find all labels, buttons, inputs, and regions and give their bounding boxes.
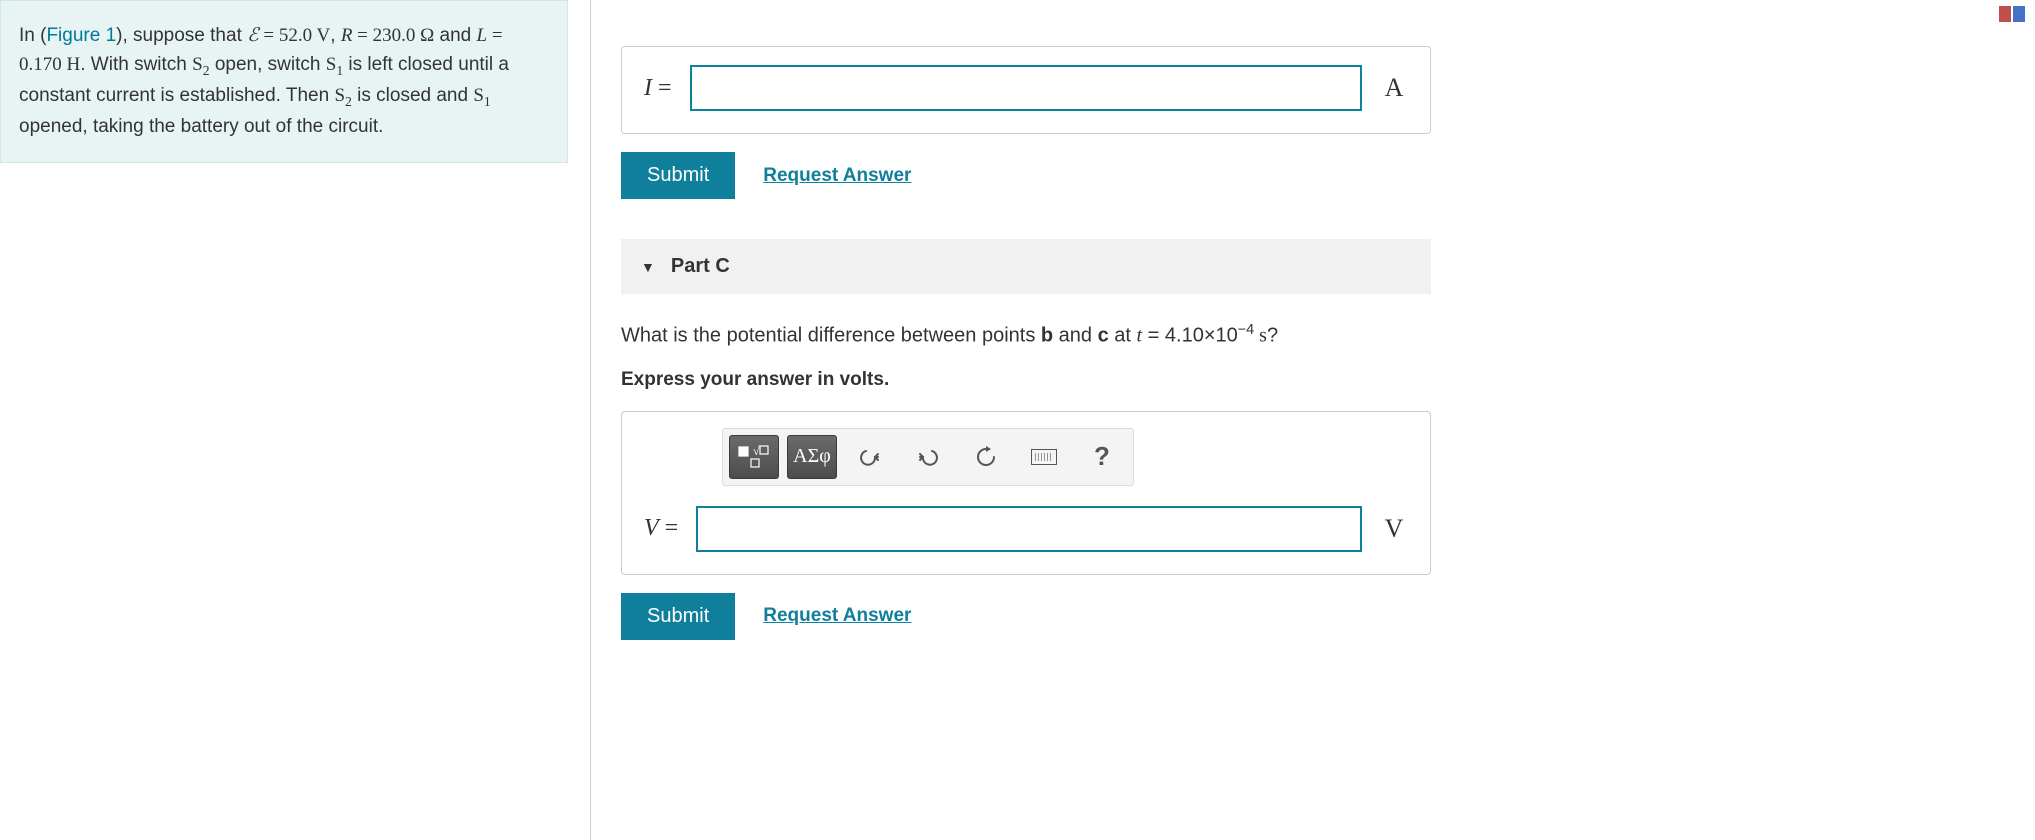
reset-button[interactable] bbox=[961, 435, 1011, 479]
unit-volt: V bbox=[312, 25, 330, 46]
sub-2b: 2 bbox=[345, 94, 352, 109]
text: = bbox=[352, 25, 372, 46]
text: , bbox=[330, 25, 341, 46]
part-c-question: What is the potential difference between… bbox=[621, 320, 1431, 351]
figure-link[interactable]: Figure 1 bbox=[46, 25, 116, 46]
part-b-answer-box: I = A bbox=[621, 46, 1431, 134]
text: = bbox=[259, 25, 279, 46]
eq-sign: = bbox=[1142, 325, 1165, 347]
part-c-unit: V bbox=[1380, 514, 1408, 544]
part-b-unit: A bbox=[1380, 73, 1408, 103]
help-button[interactable]: ? bbox=[1077, 435, 1127, 479]
value-L: 0.170 bbox=[19, 54, 62, 75]
keyboard-button[interactable] bbox=[1019, 435, 1069, 479]
part-c-submit-button[interactable]: Submit bbox=[621, 593, 735, 640]
point-b: b bbox=[1041, 325, 1053, 347]
unit-ohm: Ω bbox=[415, 25, 434, 46]
eq-sign: = bbox=[659, 515, 679, 541]
exp-t: −4 bbox=[1238, 322, 1254, 338]
text: and bbox=[434, 25, 476, 46]
text: . With switch bbox=[80, 54, 192, 75]
part-c-request-answer-link[interactable]: Request Answer bbox=[763, 605, 911, 627]
unit-henry: H bbox=[62, 54, 80, 75]
var-V: V bbox=[644, 515, 659, 541]
symbol-L: L bbox=[477, 25, 488, 46]
text: ), suppose that bbox=[116, 25, 247, 46]
bookmark-icons bbox=[1999, 6, 2025, 22]
text: = bbox=[487, 25, 502, 46]
sub-2: 2 bbox=[203, 63, 210, 78]
greek-label: ΑΣφ bbox=[793, 445, 831, 468]
question-mark-icon: ? bbox=[1094, 441, 1110, 472]
part-c-input[interactable] bbox=[696, 506, 1362, 552]
part-b-var-label: I = bbox=[644, 75, 672, 102]
redo-button[interactable] bbox=[903, 435, 953, 479]
equation-toolbar: √ ΑΣφ bbox=[722, 428, 1134, 486]
chevron-down-icon: ▼ bbox=[641, 259, 655, 275]
text: open, switch bbox=[210, 54, 326, 75]
text: opened, taking the battery out of the ci… bbox=[19, 116, 383, 137]
value-R: 230.0 bbox=[373, 25, 416, 46]
var-I: I bbox=[644, 75, 652, 101]
text: ? bbox=[1267, 325, 1278, 347]
part-b-request-answer-link[interactable]: Request Answer bbox=[763, 165, 911, 187]
part-b-submit-button[interactable]: Submit bbox=[621, 152, 735, 199]
text: What is the potential difference between… bbox=[621, 325, 1041, 347]
part-c-var-label: V = bbox=[644, 515, 678, 542]
symbol-S1b: S bbox=[473, 85, 484, 106]
part-c-instruction: Express your answer in volts. bbox=[621, 369, 1431, 391]
point-c: c bbox=[1098, 325, 1109, 347]
part-b-input[interactable] bbox=[690, 65, 1362, 111]
value-t: 4.10×10 bbox=[1165, 325, 1238, 347]
undo-button[interactable] bbox=[845, 435, 895, 479]
template-tool-button[interactable]: √ bbox=[729, 435, 779, 479]
symbol-S1: S bbox=[326, 54, 337, 75]
greek-tool-button[interactable]: ΑΣφ bbox=[787, 435, 837, 479]
column-divider bbox=[590, 0, 591, 840]
part-c-answer-box: √ ΑΣφ bbox=[621, 411, 1431, 575]
text: and bbox=[1053, 325, 1097, 347]
svg-text:√: √ bbox=[753, 444, 760, 458]
symbol-S2: S bbox=[192, 54, 203, 75]
text: at bbox=[1109, 325, 1137, 347]
problem-statement: In (Figure 1), suppose that ℰ = 52.0 V, … bbox=[0, 0, 568, 163]
text: is closed and bbox=[352, 85, 473, 106]
symbol-emf: ℰ bbox=[247, 25, 259, 46]
unit-s: s bbox=[1254, 325, 1267, 347]
part-c-header[interactable]: ▼ Part C bbox=[621, 239, 1431, 294]
keyboard-icon bbox=[1031, 449, 1057, 465]
symbol-R: R bbox=[341, 25, 353, 46]
symbol-S2b: S bbox=[334, 85, 345, 106]
eq-sign: = bbox=[652, 75, 672, 101]
sub-1b: 1 bbox=[484, 94, 491, 109]
text: In ( bbox=[19, 25, 46, 46]
part-c-title: Part C bbox=[671, 255, 730, 278]
value-emf: 52.0 bbox=[279, 25, 312, 46]
